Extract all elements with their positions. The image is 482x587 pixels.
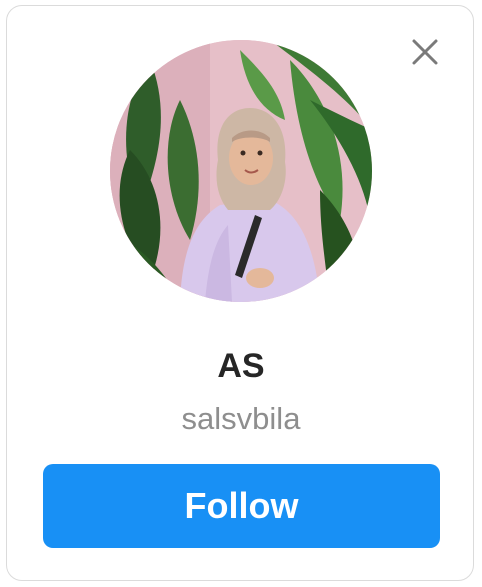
avatar[interactable] bbox=[110, 40, 372, 302]
close-icon bbox=[412, 39, 438, 65]
profile-photo bbox=[110, 40, 372, 302]
profile-username[interactable]: salsvbila bbox=[0, 399, 482, 439]
follow-button[interactable]: Follow bbox=[43, 464, 440, 548]
profile-display-name: AS bbox=[217, 347, 265, 385]
close-button[interactable] bbox=[407, 34, 443, 70]
